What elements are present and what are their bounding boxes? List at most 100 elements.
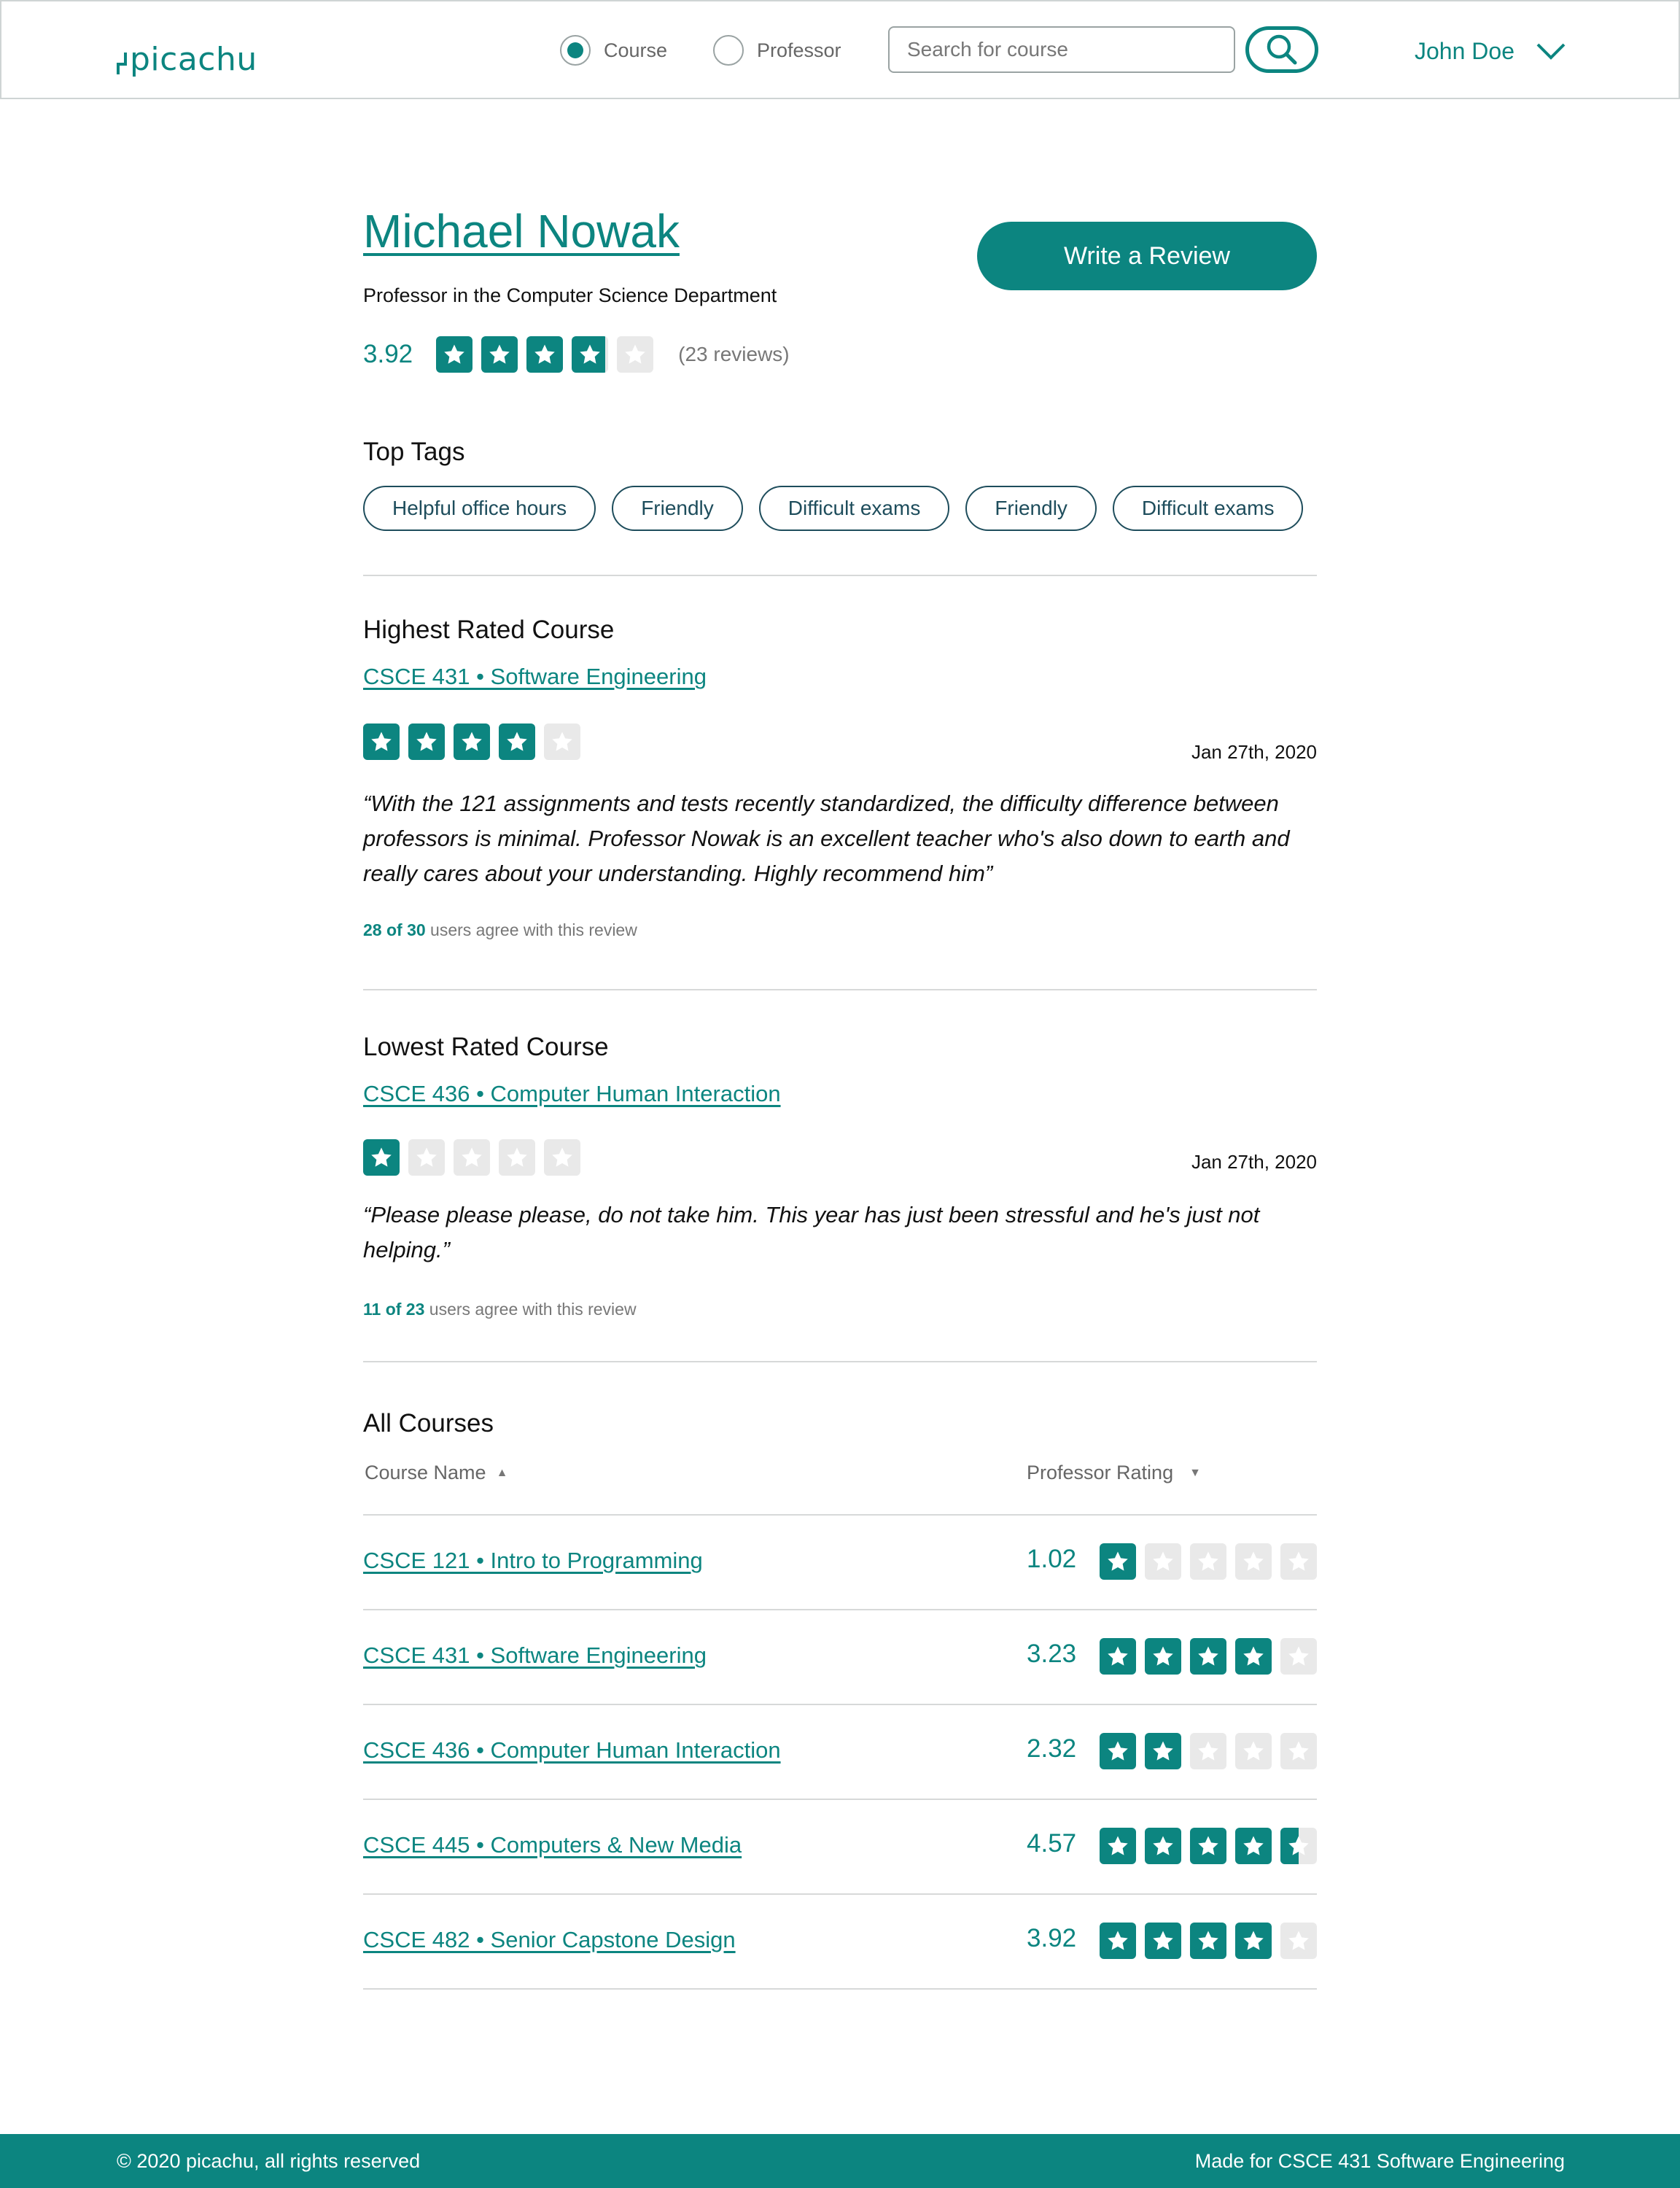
highest-rated-date: Jan 27th, 2020	[1191, 741, 1317, 763]
star-empty-icon	[1235, 1733, 1272, 1769]
course-link[interactable]: CSCE 445 • Computers & New Media	[363, 1832, 742, 1858]
divider	[363, 575, 1317, 576]
course-radio-label: Course	[604, 39, 668, 61]
course-link[interactable]: CSCE 482 • Senior Capstone Design	[363, 1927, 736, 1953]
star-filled-icon	[481, 336, 518, 373]
table-row: CSCE 445 • Computers & New Media 4.57	[363, 1800, 1317, 1895]
star-empty-icon	[499, 1139, 535, 1176]
star-empty-icon	[1280, 1638, 1317, 1675]
column-course-name-label: Course Name	[365, 1462, 486, 1483]
professor-department: Professor in the Computer Science Depart…	[363, 284, 777, 306]
star-filled-icon	[1235, 1923, 1272, 1959]
course-stars	[1100, 1638, 1317, 1675]
user-menu[interactable]: John Doe	[1415, 35, 1566, 67]
star-half-icon	[572, 336, 609, 373]
star-filled-icon	[1145, 1638, 1181, 1675]
courses-table-header: Course Name ▲ Professor Rating ▼	[363, 1462, 1317, 1516]
overall-score: 3.92	[363, 340, 413, 368]
logo-mark-icon	[117, 53, 127, 74]
star-filled-icon	[1100, 1733, 1136, 1769]
all-courses-title: All Courses	[363, 1409, 494, 1438]
star-empty-icon	[544, 1139, 580, 1176]
overall-stars	[436, 336, 654, 373]
top-nav-bar: picachu Course Professor John Doe	[0, 0, 1680, 99]
search-mode-course[interactable]: Course	[560, 35, 667, 66]
star-empty-icon	[1235, 1543, 1272, 1580]
column-course-name[interactable]: Course Name ▲	[365, 1462, 508, 1484]
column-professor-rating[interactable]: Professor Rating ▼	[1027, 1462, 1201, 1484]
star-filled-icon	[1100, 1828, 1136, 1864]
professor-radio[interactable]	[713, 35, 744, 66]
star-filled-icon	[499, 723, 535, 760]
lowest-rated-course-link[interactable]: CSCE 436 • Computer Human Interaction	[363, 1081, 781, 1107]
agree-count: 28 of 30	[363, 920, 426, 939]
tag-list: Helpful office hours Friendly Difficult …	[363, 486, 1304, 531]
star-filled-icon	[1100, 1923, 1136, 1959]
user-name: John Doe	[1415, 37, 1514, 64]
course-stars	[1100, 1923, 1317, 1959]
lowest-rated-date: Jan 27th, 2020	[1191, 1151, 1317, 1173]
star-filled-icon	[363, 723, 400, 760]
agree-count: 11 of 23	[363, 1300, 425, 1319]
lowest-rated-title: Lowest Rated Course	[363, 1033, 609, 1061]
agree-suffix: users agree with this review	[424, 1300, 637, 1319]
table-row: CSCE 431 • Software Engineering 3.23	[363, 1610, 1317, 1705]
course-radio[interactable]	[560, 35, 591, 66]
footer: © 2020 picachu, all rights reserved Made…	[0, 2134, 1680, 2188]
star-empty-icon	[1190, 1733, 1226, 1769]
table-row: CSCE 436 • Computer Human Interaction 2.3…	[363, 1705, 1317, 1800]
course-score: 4.57	[1027, 1829, 1077, 1858]
footer-copyright: © 2020 picachu, all rights reserved	[117, 2150, 421, 2172]
highest-rated-review-text: “With the 121 assignments and tests rece…	[363, 791, 1290, 886]
course-score: 3.92	[1027, 1924, 1077, 1952]
star-filled-icon	[1235, 1638, 1272, 1675]
star-filled-icon	[1190, 1638, 1226, 1675]
tag-chip[interactable]: Difficult exams	[1112, 486, 1304, 531]
sort-up-icon: ▲	[496, 1466, 508, 1479]
tag-chip[interactable]: Difficult exams	[758, 486, 950, 531]
table-row: CSCE 121 • Intro to Programming 1.02	[363, 1516, 1317, 1610]
star-filled-icon	[1145, 1923, 1181, 1959]
divider	[363, 989, 1317, 990]
star-filled-icon	[1145, 1733, 1181, 1769]
highest-rated-title: Highest Rated Course	[363, 616, 615, 644]
table-row: CSCE 482 • Senior Capstone Design 3.92	[363, 1895, 1317, 1990]
tag-chip[interactable]: Helpful office hours	[363, 486, 596, 531]
sort-down-icon: ▼	[1189, 1466, 1201, 1479]
column-professor-rating-label: Professor Rating	[1027, 1462, 1174, 1483]
course-stars	[1100, 1828, 1317, 1864]
star-filled-icon	[454, 723, 490, 760]
divider	[363, 1988, 1317, 1990]
star-empty-icon	[408, 1139, 445, 1176]
star-empty-icon	[1280, 1543, 1317, 1580]
write-review-button[interactable]: Write a Review	[977, 222, 1317, 290]
search-button[interactable]	[1245, 26, 1318, 73]
professor-name[interactable]: Michael Nowak	[363, 204, 680, 258]
footer-made-for: Made for CSCE 431 Software Engineering	[1194, 2150, 1565, 2172]
course-link[interactable]: CSCE 121 • Intro to Programming	[363, 1548, 703, 1574]
star-filled-icon	[1100, 1638, 1136, 1675]
divider	[363, 1361, 1317, 1362]
search-icon	[1267, 34, 1297, 65]
highest-rated-course-link[interactable]: CSCE 431 • Software Engineering	[363, 664, 707, 690]
logo-text: picachu	[130, 41, 257, 78]
highest-rated-agree: 28 of 30 users agree with this review	[363, 920, 637, 940]
star-filled-icon	[1235, 1828, 1272, 1864]
star-filled-icon	[1190, 1828, 1226, 1864]
logo[interactable]: picachu	[115, 29, 257, 76]
star-empty-icon	[1280, 1923, 1317, 1959]
star-half-icon	[1280, 1828, 1317, 1864]
course-score: 2.32	[1027, 1734, 1077, 1763]
review-count: (23 reviews)	[678, 343, 790, 365]
search-input[interactable]	[888, 26, 1235, 73]
lowest-rated-review-text: “Please please please, do not take him. …	[363, 1202, 1260, 1262]
star-filled-icon	[526, 336, 564, 373]
tag-chip[interactable]: Friendly	[965, 486, 1097, 531]
search-mode-professor[interactable]: Professor	[713, 35, 841, 66]
course-link[interactable]: CSCE 431 • Software Engineering	[363, 1642, 707, 1669]
course-link[interactable]: CSCE 436 • Computer Human Interaction	[363, 1737, 781, 1764]
star-filled-icon	[1100, 1543, 1136, 1580]
star-empty-icon	[1280, 1733, 1317, 1769]
chevron-down-icon	[1536, 43, 1566, 60]
tag-chip[interactable]: Friendly	[612, 486, 743, 531]
